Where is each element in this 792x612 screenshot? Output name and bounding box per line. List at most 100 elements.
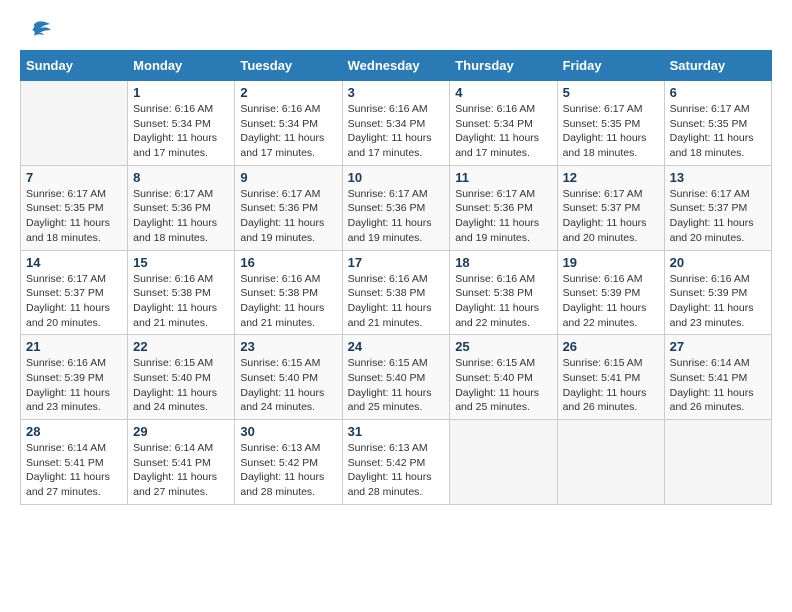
- calendar-week-1: 1 Sunrise: 6:16 AM Sunset: 5:34 PM Daylig…: [21, 81, 772, 166]
- day-info: Sunrise: 6:17 AM Sunset: 5:37 PM Dayligh…: [563, 187, 659, 246]
- day-number: 7: [26, 170, 122, 185]
- day-number: 29: [133, 424, 229, 439]
- calendar-cell: 27 Sunrise: 6:14 AM Sunset: 5:41 PM Dayli…: [664, 335, 771, 420]
- calendar-cell: 28 Sunrise: 6:14 AM Sunset: 5:41 PM Dayli…: [21, 420, 128, 505]
- day-info: Sunrise: 6:15 AM Sunset: 5:41 PM Dayligh…: [563, 356, 659, 415]
- day-number: 10: [348, 170, 445, 185]
- calendar-cell: 12 Sunrise: 6:17 AM Sunset: 5:37 PM Dayli…: [557, 165, 664, 250]
- day-number: 1: [133, 85, 229, 100]
- day-info: Sunrise: 6:17 AM Sunset: 5:36 PM Dayligh…: [240, 187, 336, 246]
- day-info: Sunrise: 6:16 AM Sunset: 5:38 PM Dayligh…: [240, 272, 336, 331]
- day-number: 16: [240, 255, 336, 270]
- day-number: 3: [348, 85, 445, 100]
- calendar-week-3: 14 Sunrise: 6:17 AM Sunset: 5:37 PM Dayli…: [21, 250, 772, 335]
- day-info: Sunrise: 6:17 AM Sunset: 5:36 PM Dayligh…: [133, 187, 229, 246]
- day-number: 28: [26, 424, 122, 439]
- day-number: 31: [348, 424, 445, 439]
- calendar-cell: 9 Sunrise: 6:17 AM Sunset: 5:36 PM Daylig…: [235, 165, 342, 250]
- calendar-cell: 24Sunrise: 6:15 AM Sunset: 5:40 PM Dayli…: [342, 335, 450, 420]
- calendar-cell: [450, 420, 557, 505]
- calendar-cell: 18 Sunrise: 6:16 AM Sunset: 5:38 PM Dayli…: [450, 250, 557, 335]
- calendar-cell: 3 Sunrise: 6:16 AM Sunset: 5:34 PM Daylig…: [342, 81, 450, 166]
- calendar-cell: 6 Sunrise: 6:17 AM Sunset: 5:35 PM Daylig…: [664, 81, 771, 166]
- calendar-cell: [21, 81, 128, 166]
- day-info: Sunrise: 6:13 AM Sunset: 5:42 PM Dayligh…: [348, 441, 445, 500]
- day-info: Sunrise: 6:17 AM Sunset: 5:37 PM Dayligh…: [26, 272, 122, 331]
- calendar-cell: [664, 420, 771, 505]
- calendar-header-row: SundayMondayTuesdayWednesdayThursdayFrid…: [21, 51, 772, 81]
- header-thursday: Thursday: [450, 51, 557, 81]
- calendar-cell: 11 Sunrise: 6:17 AM Sunset: 5:36 PM Dayli…: [450, 165, 557, 250]
- day-number: 8: [133, 170, 229, 185]
- calendar-cell: 1 Sunrise: 6:16 AM Sunset: 5:34 PM Daylig…: [128, 81, 235, 166]
- day-number: 21: [26, 339, 122, 354]
- calendar-cell: 10 Sunrise: 6:17 AM Sunset: 5:36 PM Dayli…: [342, 165, 450, 250]
- day-number: 5: [563, 85, 659, 100]
- day-number: 12: [563, 170, 659, 185]
- day-info: Sunrise: 6:15 AM Sunset: 5:40 PM Dayligh…: [240, 356, 336, 415]
- calendar-cell: [557, 420, 664, 505]
- calendar-cell: 31 Sunrise: 6:13 AM Sunset: 5:42 PM Dayli…: [342, 420, 450, 505]
- header-saturday: Saturday: [664, 51, 771, 81]
- calendar-cell: 14 Sunrise: 6:17 AM Sunset: 5:37 PM Dayli…: [21, 250, 128, 335]
- day-info: Sunrise: 6:14 AM Sunset: 5:41 PM Dayligh…: [670, 356, 766, 415]
- day-number: 17: [348, 255, 445, 270]
- day-info: Sunrise: 6:16 AM Sunset: 5:39 PM Dayligh…: [26, 356, 122, 415]
- page-header: [20, 20, 772, 40]
- calendar-cell: 20 Sunrise: 6:16 AM Sunset: 5:39 PM Dayli…: [664, 250, 771, 335]
- day-number: 2: [240, 85, 336, 100]
- calendar-week-4: 21 Sunrise: 6:16 AM Sunset: 5:39 PM Dayli…: [21, 335, 772, 420]
- day-info: Sunrise: 6:15 AM Sunset: 5:40 PM Dayligh…: [133, 356, 229, 415]
- day-number: 9: [240, 170, 336, 185]
- day-number: 20: [670, 255, 766, 270]
- header-sunday: Sunday: [21, 51, 128, 81]
- calendar-cell: 25Sunrise: 6:15 AM Sunset: 5:40 PM Dayli…: [450, 335, 557, 420]
- day-number: 13: [670, 170, 766, 185]
- day-number: 11: [455, 170, 551, 185]
- day-number: 14: [26, 255, 122, 270]
- day-info: Sunrise: 6:16 AM Sunset: 5:38 PM Dayligh…: [133, 272, 229, 331]
- day-info: Sunrise: 6:17 AM Sunset: 5:37 PM Dayligh…: [670, 187, 766, 246]
- calendar-cell: 4 Sunrise: 6:16 AM Sunset: 5:34 PM Daylig…: [450, 81, 557, 166]
- day-number: 26: [563, 339, 659, 354]
- calendar-cell: 2Sunrise: 6:16 AM Sunset: 5:34 PM Daylig…: [235, 81, 342, 166]
- header-friday: Friday: [557, 51, 664, 81]
- calendar-cell: 30Sunrise: 6:13 AM Sunset: 5:42 PM Dayli…: [235, 420, 342, 505]
- calendar-cell: 5Sunrise: 6:17 AM Sunset: 5:35 PM Daylig…: [557, 81, 664, 166]
- calendar-cell: 17 Sunrise: 6:16 AM Sunset: 5:38 PM Dayli…: [342, 250, 450, 335]
- day-info: Sunrise: 6:16 AM Sunset: 5:39 PM Dayligh…: [670, 272, 766, 331]
- day-number: 27: [670, 339, 766, 354]
- header-wednesday: Wednesday: [342, 51, 450, 81]
- day-info: Sunrise: 6:16 AM Sunset: 5:38 PM Dayligh…: [455, 272, 551, 331]
- calendar-cell: 19 Sunrise: 6:16 AM Sunset: 5:39 PM Dayli…: [557, 250, 664, 335]
- calendar-cell: 29Sunrise: 6:14 AM Sunset: 5:41 PM Dayli…: [128, 420, 235, 505]
- day-info: Sunrise: 6:16 AM Sunset: 5:34 PM Dayligh…: [133, 102, 229, 161]
- calendar-cell: 22 Sunrise: 6:15 AM Sunset: 5:40 PM Dayli…: [128, 335, 235, 420]
- day-info: Sunrise: 6:16 AM Sunset: 5:34 PM Dayligh…: [455, 102, 551, 161]
- day-info: Sunrise: 6:17 AM Sunset: 5:36 PM Dayligh…: [348, 187, 445, 246]
- day-number: 23: [240, 339, 336, 354]
- day-number: 19: [563, 255, 659, 270]
- logo-bird-icon: [22, 20, 52, 40]
- day-info: Sunrise: 6:17 AM Sunset: 5:36 PM Dayligh…: [455, 187, 551, 246]
- calendar-cell: 23 Sunrise: 6:15 AM Sunset: 5:40 PM Dayli…: [235, 335, 342, 420]
- day-number: 15: [133, 255, 229, 270]
- day-info: Sunrise: 6:17 AM Sunset: 5:35 PM Dayligh…: [670, 102, 766, 161]
- day-info: Sunrise: 6:16 AM Sunset: 5:39 PM Dayligh…: [563, 272, 659, 331]
- calendar-cell: 26 Sunrise: 6:15 AM Sunset: 5:41 PM Dayli…: [557, 335, 664, 420]
- day-info: Sunrise: 6:15 AM Sunset: 5:40 PM Dayligh…: [348, 356, 445, 415]
- calendar-table: SundayMondayTuesdayWednesdayThursdayFrid…: [20, 50, 772, 505]
- calendar-cell: 16 Sunrise: 6:16 AM Sunset: 5:38 PM Dayli…: [235, 250, 342, 335]
- calendar-cell: 8 Sunrise: 6:17 AM Sunset: 5:36 PM Daylig…: [128, 165, 235, 250]
- day-info: Sunrise: 6:16 AM Sunset: 5:38 PM Dayligh…: [348, 272, 445, 331]
- day-number: 25: [455, 339, 551, 354]
- day-number: 4: [455, 85, 551, 100]
- day-info: Sunrise: 6:14 AM Sunset: 5:41 PM Dayligh…: [26, 441, 122, 500]
- logo: [20, 20, 52, 40]
- day-number: 22: [133, 339, 229, 354]
- day-number: 6: [670, 85, 766, 100]
- day-info: Sunrise: 6:13 AM Sunset: 5:42 PM Dayligh…: [240, 441, 336, 500]
- day-number: 18: [455, 255, 551, 270]
- day-info: Sunrise: 6:16 AM Sunset: 5:34 PM Dayligh…: [348, 102, 445, 161]
- calendar-cell: 13 Sunrise: 6:17 AM Sunset: 5:37 PM Dayli…: [664, 165, 771, 250]
